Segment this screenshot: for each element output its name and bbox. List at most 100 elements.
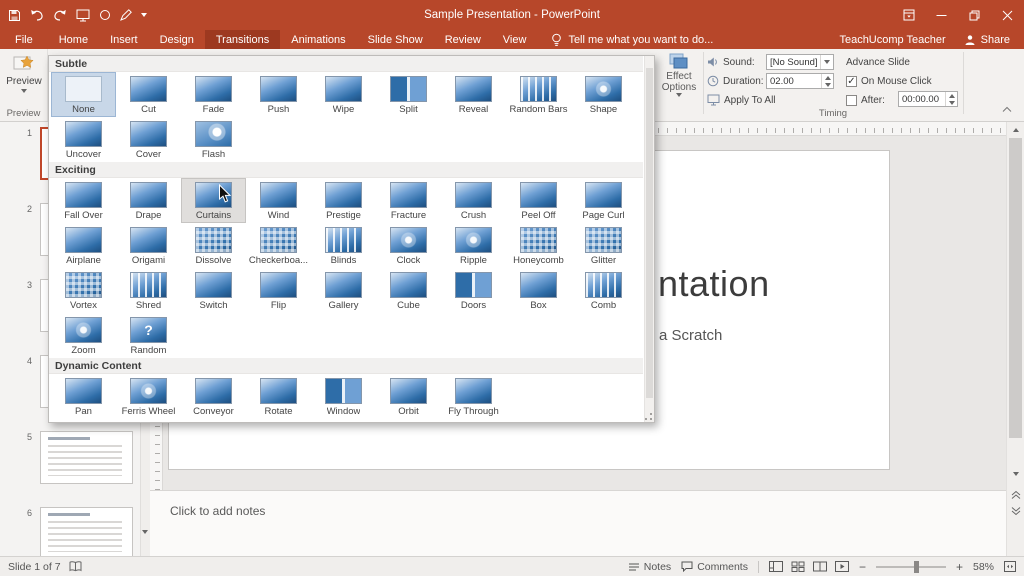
share-button[interactable]: Share (964, 34, 1010, 46)
on-mouse-click-option[interactable]: ✓ On Mouse Click (846, 73, 932, 89)
sound-dropdown-icon[interactable] (820, 55, 833, 69)
transition-checkerboa[interactable]: Checkerboa... (246, 223, 311, 268)
close-icon[interactable] (991, 0, 1024, 30)
tab-home[interactable]: Home (48, 30, 99, 49)
transition-curtains[interactable]: Curtains (181, 178, 246, 223)
tab-animations[interactable]: Animations (280, 30, 356, 49)
slide-subtitle-text[interactable]: a Scratch (659, 327, 722, 344)
transition-cube[interactable]: Cube (376, 268, 441, 313)
transition-doors[interactable]: Doors (441, 268, 506, 313)
transition-comb[interactable]: Comb (571, 268, 636, 313)
transition-gallery[interactable]: Gallery (311, 268, 376, 313)
after-up-icon[interactable] (946, 92, 957, 99)
slide-thumbnail-5[interactable] (40, 431, 133, 484)
tab-review[interactable]: Review (434, 30, 492, 49)
tell-me-box[interactable]: Tell me what you want to do... (551, 30, 713, 49)
zoom-in-button[interactable]: + (956, 560, 963, 574)
transition-random-bars[interactable]: Random Bars (506, 72, 571, 117)
zoom-slider-thumb[interactable] (914, 561, 919, 573)
tab-design[interactable]: Design (149, 30, 205, 49)
transition-crush[interactable]: Crush (441, 178, 506, 223)
resize-grip-icon[interactable] (644, 412, 653, 421)
transition-flash[interactable]: Flash (181, 117, 246, 162)
transition-clock[interactable]: Clock (376, 223, 441, 268)
undo-icon[interactable] (30, 9, 44, 21)
duration-spinner[interactable]: 02.00 (766, 73, 834, 89)
restore-icon[interactable] (958, 0, 991, 30)
transition-fall-over[interactable]: Fall Over (51, 178, 116, 223)
zoom-percentage[interactable]: 58% (973, 561, 994, 573)
tab-slide-show[interactable]: Slide Show (357, 30, 434, 49)
gallery-scrollbar-thumb[interactable] (646, 68, 653, 398)
tab-file[interactable]: File (0, 30, 48, 49)
customize-qat-icon[interactable] (141, 13, 147, 17)
notes-pane[interactable]: Click to add notes (150, 490, 1006, 556)
preview-button[interactable]: Preview (4, 53, 44, 93)
tab-insert[interactable]: Insert (99, 30, 149, 49)
gallery-scrollbar[interactable] (644, 56, 654, 422)
transition-vortex[interactable]: Vortex (51, 268, 116, 313)
main-scrollbar[interactable] (1006, 122, 1024, 556)
transition-window[interactable]: Window (311, 374, 376, 419)
account-name[interactable]: TeachUcomp Teacher (839, 34, 945, 46)
collapse-ribbon-icon[interactable] (1002, 106, 1012, 113)
previous-slide-button[interactable] (1010, 488, 1022, 502)
transition-drape[interactable]: Drape (116, 178, 181, 223)
transition-uncover[interactable]: Uncover (51, 117, 116, 162)
transition-airplane[interactable]: Airplane (51, 223, 116, 268)
tab-transitions[interactable]: Transitions (205, 30, 280, 49)
transition-peel-off[interactable]: Peel Off (506, 178, 571, 223)
zoom-out-button[interactable]: − (859, 560, 866, 574)
reading-view-icon[interactable] (813, 561, 827, 572)
main-scroll-down-icon[interactable] (1007, 468, 1024, 480)
minimize-icon[interactable] (925, 0, 958, 30)
transition-split[interactable]: Split (376, 72, 441, 117)
transition-fracture[interactable]: Fracture (376, 178, 441, 223)
transition-ripple[interactable]: Ripple (441, 223, 506, 268)
transition-wipe[interactable]: Wipe (311, 72, 376, 117)
slide-sorter-view-icon[interactable] (791, 561, 805, 572)
tab-view[interactable]: View (492, 30, 538, 49)
spell-check-icon[interactable] (69, 561, 82, 572)
transition-cut[interactable]: Cut (116, 72, 181, 117)
comments-button[interactable]: Comments (681, 561, 748, 573)
transition-rotate[interactable]: Rotate (246, 374, 311, 419)
after-spinner[interactable]: 00:00.00 (898, 91, 958, 107)
transition-ferris-wheel[interactable]: Ferris Wheel (116, 374, 181, 419)
transition-shred[interactable]: Shred (116, 268, 181, 313)
effect-options-button[interactable]: Effect Options (656, 52, 702, 97)
after-option[interactable]: After: (846, 92, 885, 108)
main-scrollbar-thumb[interactable] (1009, 138, 1022, 438)
duration-down-icon[interactable] (822, 81, 833, 88)
main-scroll-up-icon[interactable] (1007, 124, 1024, 136)
slide-title-text[interactable]: ntation (658, 263, 770, 305)
transition-none[interactable]: None (51, 72, 116, 117)
transition-flip[interactable]: Flip (246, 268, 311, 313)
transition-cover[interactable]: Cover (116, 117, 181, 162)
ribbon-display-options-icon[interactable] (892, 0, 925, 30)
transition-pan[interactable]: Pan (51, 374, 116, 419)
fit-slide-to-window-icon[interactable] (1004, 561, 1016, 572)
next-slide-button[interactable] (1010, 504, 1022, 518)
on-mouse-click-checkbox[interactable]: ✓ (846, 76, 857, 87)
transition-random[interactable]: Random (116, 313, 181, 358)
transition-zoom[interactable]: Zoom (51, 313, 116, 358)
duration-up-icon[interactable] (822, 74, 833, 81)
transition-switch[interactable]: Switch (181, 268, 246, 313)
repeat-icon[interactable] (53, 9, 67, 21)
start-from-beginning-icon[interactable] (76, 9, 90, 22)
save-icon[interactable] (8, 9, 21, 22)
apply-to-all-button[interactable]: Apply To All (707, 92, 776, 108)
after-down-icon[interactable] (946, 99, 957, 106)
notes-button[interactable]: Notes (628, 561, 671, 573)
sound-dropdown[interactable]: [No Sound] (766, 54, 834, 70)
transition-page-curl[interactable]: Page Curl (571, 178, 636, 223)
transition-orbit[interactable]: Orbit (376, 374, 441, 419)
pen-icon[interactable] (120, 9, 132, 21)
touch-mode-icon[interactable] (99, 9, 111, 21)
transition-blinds[interactable]: Blinds (311, 223, 376, 268)
transition-shape[interactable]: Shape (571, 72, 636, 117)
transition-box[interactable]: Box (506, 268, 571, 313)
slide-thumbnail-6[interactable] (40, 507, 133, 556)
transition-honeycomb[interactable]: Honeycomb (506, 223, 571, 268)
